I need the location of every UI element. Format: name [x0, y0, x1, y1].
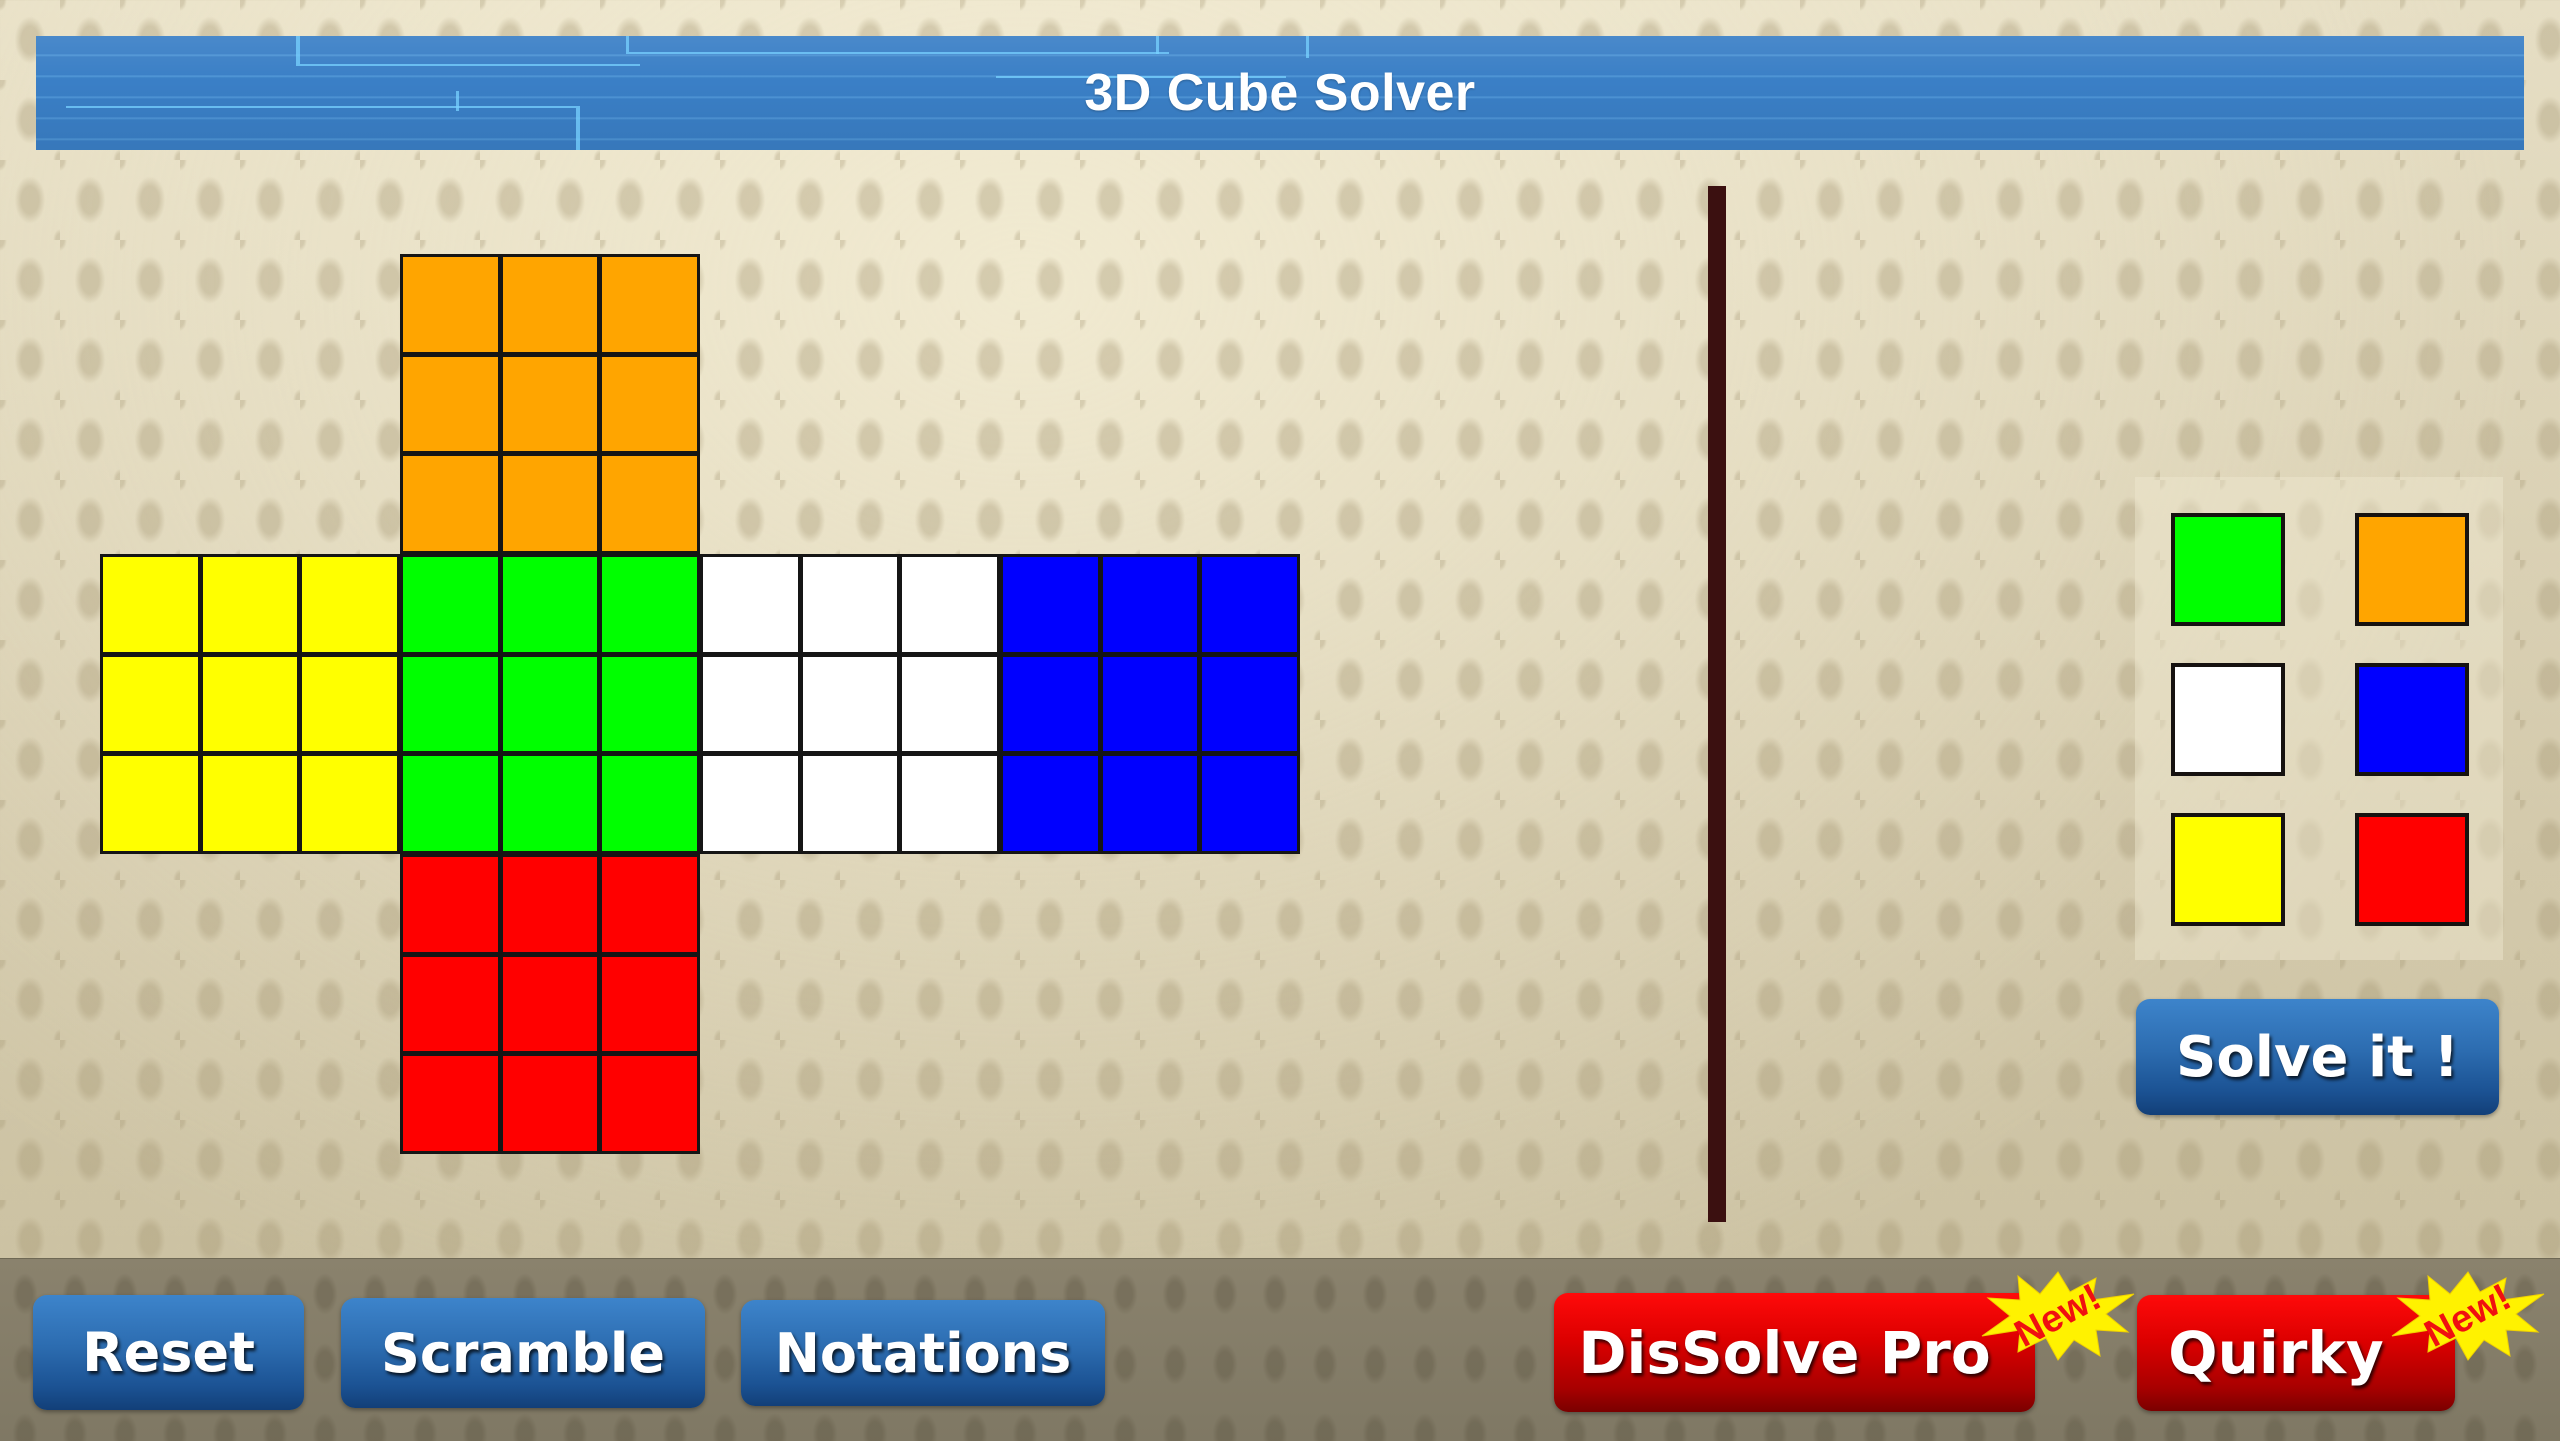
cube-sticker-front-3[interactable]	[403, 656, 498, 752]
cube-sticker-back-8[interactable]	[1202, 756, 1297, 851]
cube-sticker-right-3[interactable]	[703, 656, 798, 752]
cube-sticker-front-6[interactable]	[403, 756, 498, 851]
cube-sticker-bottom-0[interactable]	[403, 857, 498, 952]
cube-sticker-back-6[interactable]	[1003, 756, 1098, 851]
cube-sticker-front-4[interactable]	[502, 656, 598, 752]
cube-sticker-right-0[interactable]	[703, 557, 798, 652]
cube-sticker-back-3[interactable]	[1003, 656, 1098, 752]
cube-sticker-left-3[interactable]	[103, 656, 198, 752]
cube-face-front	[400, 554, 700, 854]
cube-face-back	[1000, 554, 1300, 854]
cube-sticker-back-1[interactable]	[1102, 557, 1198, 652]
cube-sticker-bottom-8[interactable]	[602, 1056, 697, 1151]
cube-sticker-top-5[interactable]	[602, 356, 697, 452]
cube-sticker-left-8[interactable]	[302, 756, 397, 851]
cube-sticker-bottom-5[interactable]	[602, 956, 697, 1052]
cube-sticker-right-2[interactable]	[902, 557, 997, 652]
cube-sticker-top-6[interactable]	[403, 456, 498, 551]
cube-sticker-left-4[interactable]	[202, 656, 298, 752]
cube-sticker-bottom-4[interactable]	[502, 956, 598, 1052]
color-swatch-yellow[interactable]	[2171, 813, 2285, 926]
color-swatch-white[interactable]	[2171, 663, 2285, 776]
cube-sticker-right-6[interactable]	[703, 756, 798, 851]
color-swatch-orange[interactable]	[2355, 513, 2469, 626]
cube-sticker-bottom-2[interactable]	[602, 857, 697, 952]
color-swatch-blue[interactable]	[2355, 663, 2469, 776]
cube-sticker-left-2[interactable]	[302, 557, 397, 652]
color-palette	[2135, 477, 2503, 960]
cube-sticker-front-2[interactable]	[602, 557, 697, 652]
cube-sticker-top-0[interactable]	[403, 257, 498, 352]
cube-sticker-top-4[interactable]	[502, 356, 598, 452]
cube-sticker-bottom-1[interactable]	[502, 857, 598, 952]
cube-sticker-left-5[interactable]	[302, 656, 397, 752]
cube-sticker-back-5[interactable]	[1202, 656, 1297, 752]
cube-sticker-left-6[interactable]	[103, 756, 198, 851]
cube-sticker-top-2[interactable]	[602, 257, 697, 352]
cube-face-left	[100, 554, 400, 854]
cube-sticker-bottom-3[interactable]	[403, 956, 498, 1052]
cube-sticker-right-8[interactable]	[902, 756, 997, 851]
app-header: 3D Cube Solver	[36, 36, 2524, 150]
cube-sticker-left-1[interactable]	[202, 557, 298, 652]
cube-face-bottom	[400, 854, 700, 1154]
dissolve-pro-button[interactable]: DisSolve Pro	[1554, 1293, 2035, 1412]
cube-sticker-right-4[interactable]	[802, 656, 898, 752]
cube-sticker-bottom-7[interactable]	[502, 1056, 598, 1151]
cube-face-top	[400, 254, 700, 554]
app-title: 3D Cube Solver	[1084, 64, 1476, 122]
reset-button[interactable]: Reset	[33, 1295, 304, 1410]
notations-button[interactable]: Notations	[741, 1300, 1105, 1406]
cube-sticker-top-1[interactable]	[502, 257, 598, 352]
cube-sticker-right-1[interactable]	[802, 557, 898, 652]
cube-sticker-back-4[interactable]	[1102, 656, 1198, 752]
cube-sticker-front-1[interactable]	[502, 557, 598, 652]
cube-sticker-front-7[interactable]	[502, 756, 598, 851]
cube-sticker-top-8[interactable]	[602, 456, 697, 551]
cube-face-right	[700, 554, 1000, 854]
cube-sticker-left-0[interactable]	[103, 557, 198, 652]
scramble-button[interactable]: Scramble	[341, 1298, 705, 1408]
quirky-button[interactable]: Quirky	[2137, 1295, 2455, 1411]
cube-sticker-right-7[interactable]	[802, 756, 898, 851]
cube-sticker-back-7[interactable]	[1102, 756, 1198, 851]
color-swatch-green[interactable]	[2171, 513, 2285, 626]
cube-sticker-top-3[interactable]	[403, 356, 498, 452]
vertical-divider	[1708, 186, 1726, 1222]
solve-button[interactable]: Solve it !	[2136, 999, 2499, 1115]
cube-sticker-front-0[interactable]	[403, 557, 498, 652]
cube-sticker-left-7[interactable]	[202, 756, 298, 851]
cube-sticker-back-0[interactable]	[1003, 557, 1098, 652]
cube-sticker-front-8[interactable]	[602, 756, 697, 851]
cube-sticker-back-2[interactable]	[1202, 557, 1297, 652]
cube-sticker-bottom-6[interactable]	[403, 1056, 498, 1151]
cube-sticker-front-5[interactable]	[602, 656, 697, 752]
cube-sticker-right-5[interactable]	[902, 656, 997, 752]
color-swatch-red[interactable]	[2355, 813, 2469, 926]
cube-sticker-top-7[interactable]	[502, 456, 598, 551]
